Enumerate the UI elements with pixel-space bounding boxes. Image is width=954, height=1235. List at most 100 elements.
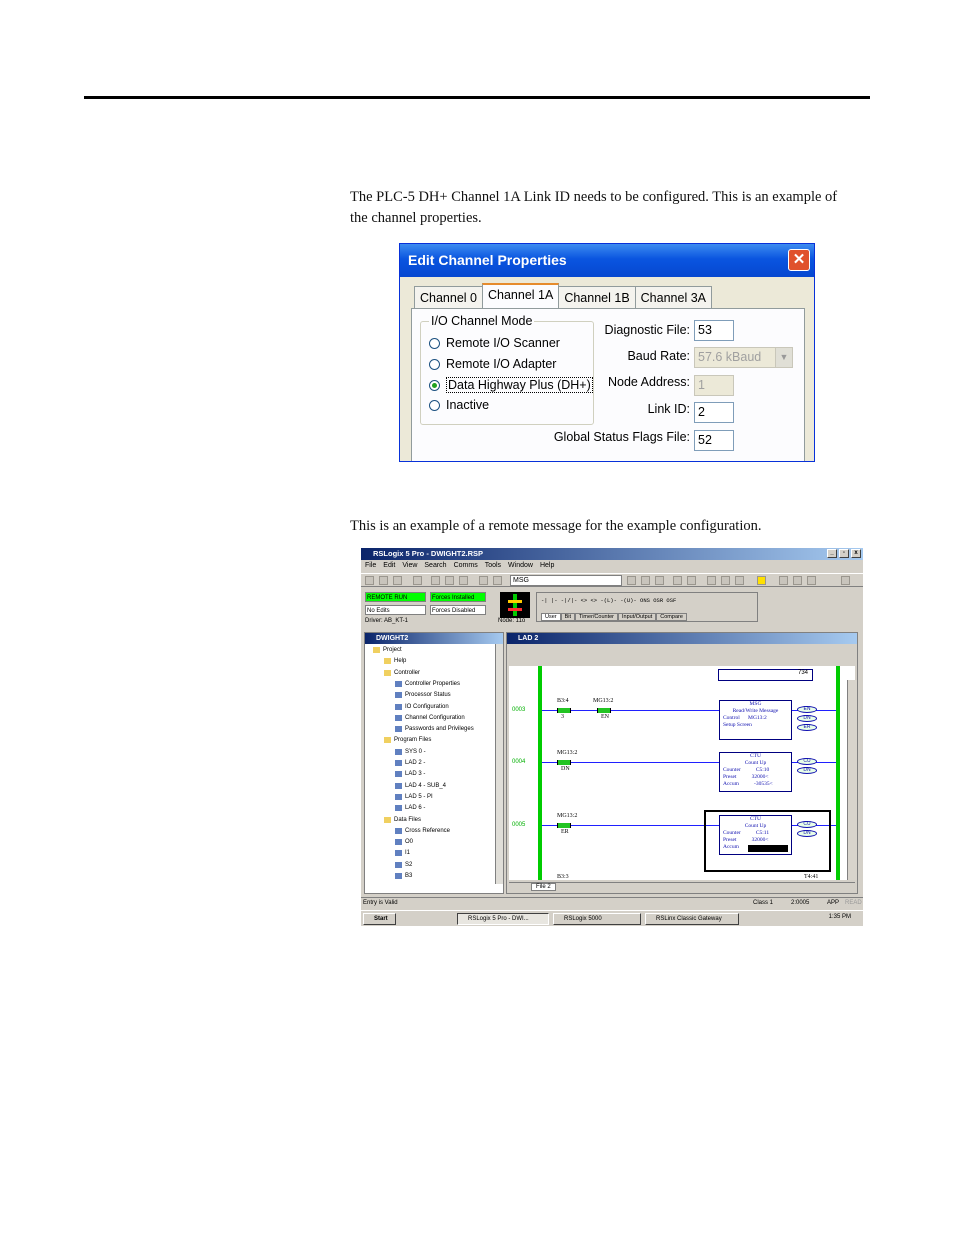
tree-item[interactable]: LAD 3 - [395,771,425,778]
tab-user[interactable]: User [541,613,561,621]
tree-item[interactable]: Program Files [384,737,431,744]
restore-icon[interactable]: ▫ [839,549,849,558]
mode-status[interactable]: REMOTE RUN [365,592,426,602]
tree-item[interactable]: O0 [395,839,413,846]
start-button[interactable]: Start [363,913,396,925]
cut-icon[interactable] [431,576,440,585]
edits-status[interactable]: No Edits [365,605,426,615]
tab-channel-0[interactable]: Channel 0 [414,286,483,308]
add-icon[interactable] [757,576,766,585]
menu-view[interactable]: View [402,560,417,571]
radio-selected-icon[interactable] [429,379,440,391]
menu-file[interactable]: File [365,560,376,571]
rung-number[interactable]: 0005 [512,822,525,828]
redo-icon[interactable] [493,576,502,585]
file-tab[interactable]: File 2 [531,883,556,891]
radio-remote-io-scanner[interactable]: Remote I/O Scanner [429,336,560,350]
tree-item[interactable]: IO Configuration [395,703,449,710]
tree-item[interactable]: Data Files [384,816,421,823]
radio-button-icon[interactable] [429,358,440,370]
tree-item[interactable]: LAD 5 - PI [395,793,433,800]
tree-item[interactable]: I1 [395,850,410,857]
forces-installed-status[interactable]: Forces Installed [430,592,486,602]
output-coil[interactable]: CU [797,758,817,765]
tree-item[interactable]: LAD 6 - [395,805,425,812]
taskbar-rslogix5[interactable]: RSLogix 5 Pro - DWI... [457,913,549,925]
rung-number[interactable]: 0003 [512,707,525,713]
chart-icon[interactable] [793,576,802,585]
tree-item[interactable]: Help [384,658,406,665]
tree-item[interactable]: SYS 0 - [395,748,426,755]
tree-item[interactable]: Project [373,647,402,653]
instruction-buttons[interactable]: -| |- -|/|- <> <> -(L)- -(U)- ONS OSR OS… [541,597,676,604]
tree-item[interactable]: Cross Reference [395,827,450,834]
save-icon[interactable] [393,576,402,585]
search-icon[interactable] [627,576,636,585]
menu-tools[interactable]: Tools [485,560,501,571]
taskbar-rslinx[interactable]: RSLinx Classic Gateway [645,913,739,925]
radio-button-icon[interactable] [429,337,440,349]
print-icon[interactable] [413,576,422,585]
ladder-scrollbar[interactable] [847,680,857,880]
tree-scrollbar[interactable] [495,644,503,884]
output-coil[interactable]: DN [797,767,817,774]
menu-window[interactable]: Window [508,560,533,571]
close-icon[interactable]: x [851,549,861,558]
diagnostic-file-field[interactable]: 53 [694,320,734,341]
tree-item[interactable]: Channel Configuration [395,714,465,721]
taskbar-rslogix5000[interactable]: RSLogix 5000 [553,913,641,925]
tree-item[interactable]: Processor Status [395,692,451,699]
global-status-flags-field[interactable]: 52 [694,430,734,451]
report-icon[interactable] [687,576,696,585]
back-arrow-icon[interactable] [841,576,850,585]
menu-comms[interactable]: Comms [454,560,478,571]
find-icon[interactable] [641,576,650,585]
tab-compare[interactable]: Compare [656,613,687,621]
contact-icon[interactable] [557,708,571,713]
radio-data-highway-plus[interactable]: Data Highway Plus (DH+) [429,377,593,393]
forces-disabled-status[interactable]: Forces Disabled [430,605,486,615]
link-id-field[interactable]: 2 [694,402,734,423]
tab-channel-1a[interactable]: Channel 1A [482,283,560,308]
radio-button-icon[interactable] [429,399,440,411]
minimize-icon[interactable]: _ [827,549,837,558]
tree-item[interactable]: B3 [395,873,412,879]
tab-channel-1b[interactable]: Channel 1B [558,286,636,308]
tree-item[interactable]: LAD 2 - [395,760,425,766]
run-icon[interactable] [779,576,788,585]
radio-remote-io-adapter[interactable]: Remote I/O Adapter [429,357,556,371]
menu-help[interactable]: Help [540,560,554,571]
instruction-block[interactable]: CTU Count Up Counter C5:10 Preset 32000< Acc… [719,752,792,792]
close-icon[interactable]: ✕ [788,249,810,271]
tab-channel-3a[interactable]: Channel 3A [634,286,712,308]
undo-icon[interactable] [479,576,488,585]
menu-search[interactable]: Search [424,560,446,571]
rung-number[interactable]: 0004 [512,759,525,765]
tree-item[interactable]: Passwords and Privileges [395,726,474,733]
instruction-block[interactable]: MSG Read/Write Message Control MG13:2 Setup… [719,700,792,740]
contact-icon[interactable] [557,760,571,765]
copy-icon[interactable] [445,576,454,585]
tab-timer-counter[interactable]: Timer/Counter [575,613,618,621]
replace-icon[interactable] [655,576,664,585]
tree-item[interactable]: S2 [395,861,412,868]
contact-icon[interactable] [557,823,571,828]
instruction-search-box[interactable]: MSG [510,575,622,586]
zoom-out-icon[interactable] [721,576,730,585]
output-coil[interactable]: EN [797,706,817,713]
menu-edit[interactable]: Edit [383,560,395,571]
tab-bit[interactable]: Bit [560,613,576,621]
window-icon[interactable] [735,576,744,585]
output-coil[interactable]: DN [797,715,817,722]
tree-item[interactable]: Controller [384,669,420,676]
output-coil[interactable]: ER [797,724,817,731]
verify-icon[interactable] [673,576,682,585]
tree-item[interactable]: Controller Properties [395,680,460,687]
help-icon[interactable] [807,576,816,585]
radio-inactive[interactable]: Inactive [429,398,489,412]
open-file-icon[interactable] [379,576,388,585]
contact-icon[interactable] [597,708,611,713]
paste-icon[interactable] [459,576,468,585]
zoom-in-icon[interactable] [707,576,716,585]
tab-input-output[interactable]: Input/Output [618,613,657,621]
